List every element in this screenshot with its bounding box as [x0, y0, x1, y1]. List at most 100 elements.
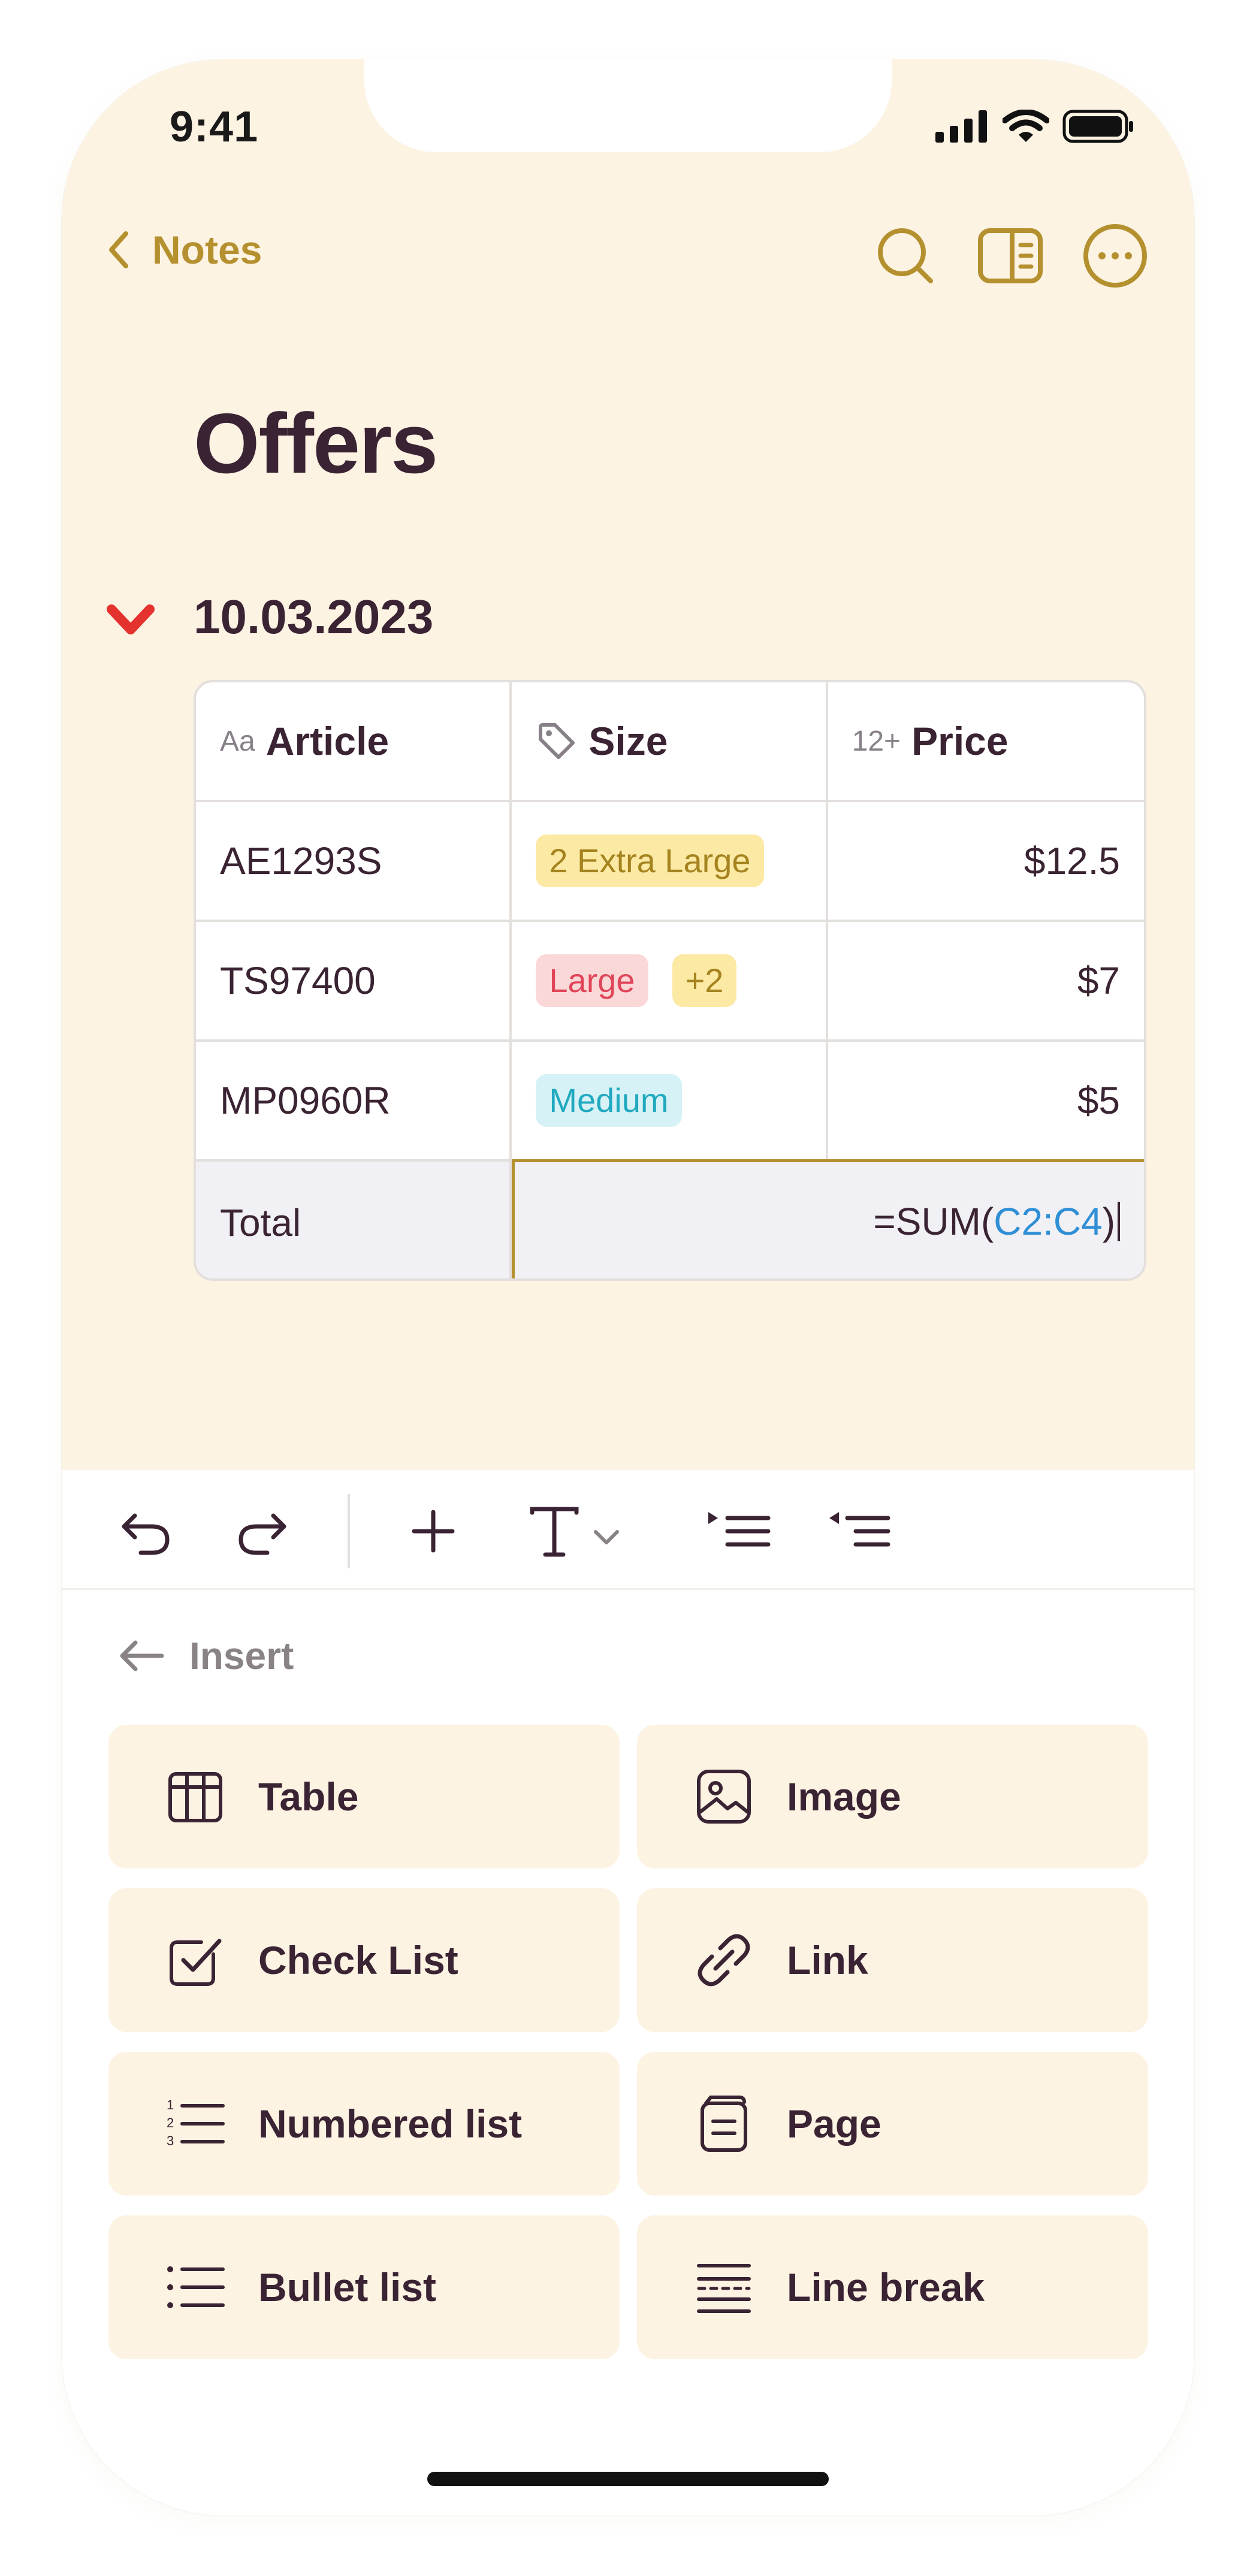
bullet-list-icon: [167, 2266, 225, 2308]
insert-item-label: Table: [258, 1774, 359, 1819]
column-header-article[interactable]: Aa Article: [196, 682, 512, 800]
insert-page-button[interactable]: Page: [637, 2052, 1148, 2196]
insert-item-label: Page: [787, 2102, 881, 2146]
price-cell[interactable]: $12.5: [828, 802, 1144, 920]
toolbar-divider: [348, 1494, 350, 1568]
sidebar-icon: [977, 228, 1043, 283]
section-toggle[interactable]: [107, 603, 155, 640]
back-button-label: Notes: [152, 228, 262, 272]
table-header-row: Aa Article Size 12+ Price: [196, 682, 1144, 802]
chevron-down-icon: [107, 604, 155, 634]
link-icon: [698, 1934, 750, 1987]
size-tag: 2 Extra Large: [536, 835, 764, 887]
chevron-down-icon: [594, 1530, 619, 1544]
insert-item-label: Bullet list: [258, 2265, 437, 2309]
editor-toolbar: [62, 1470, 1194, 1590]
indent-icon: [708, 1512, 771, 1547]
arrow-left-icon: [120, 1640, 164, 1671]
chevron-left-icon: [109, 231, 128, 268]
phone-screen: 9:41 Notes Offers 10.03.2023 Aa Article …: [62, 59, 1194, 2515]
svg-text:1: 1: [167, 2097, 174, 2112]
text-style-button[interactable]: [514, 1495, 634, 1567]
page-title[interactable]: Offers: [194, 395, 438, 493]
size-cell[interactable]: 2 Extra Large: [512, 802, 828, 920]
image-icon: [697, 1770, 751, 1824]
insert-item-label: Check List: [258, 1938, 458, 1982]
formula-prefix: =SUM(: [873, 1199, 994, 1243]
tag-icon: [539, 723, 575, 759]
formula-range-ref: C2:C4: [994, 1199, 1103, 1243]
article-cell[interactable]: TS97400: [196, 922, 512, 1039]
undo-button[interactable]: [110, 1495, 182, 1567]
table-row: AE1293S 2 Extra Large $12.5: [196, 802, 1144, 922]
svg-text:3: 3: [167, 2133, 174, 2148]
column-header-label: Price: [911, 719, 1009, 763]
column-header-size[interactable]: Size: [512, 682, 828, 800]
indent-button[interactable]: [703, 1495, 775, 1567]
insert-item-label: Image: [787, 1774, 901, 1819]
outdent-button[interactable]: [823, 1495, 895, 1567]
column-header-label: Article: [265, 719, 390, 763]
size-tag: Medium: [536, 1074, 682, 1127]
undo-icon: [122, 1513, 170, 1555]
column-header-price[interactable]: 12+ Price: [828, 682, 1144, 800]
formula-suffix: ): [1102, 1199, 1115, 1243]
wifi-icon: [1003, 110, 1049, 142]
price-cell[interactable]: $7: [828, 922, 1144, 1039]
more-tags-badge: +2: [672, 954, 737, 1007]
insert-item-label: Link: [787, 1938, 868, 1982]
nav-actions: [871, 221, 1149, 290]
battery-icon: [1062, 110, 1133, 143]
checklist-icon: [170, 1939, 222, 1986]
insert-item-label: Numbered list: [258, 2102, 523, 2146]
insert-bullet-list-button[interactable]: Bullet list: [108, 2215, 620, 2359]
redo-icon: [238, 1513, 286, 1555]
insert-table-button[interactable]: Table: [108, 1725, 620, 1868]
back-button[interactable]: Notes: [107, 227, 262, 273]
number-type-icon: 12+: [852, 725, 901, 757]
article-cell[interactable]: AE1293S: [196, 802, 512, 920]
size-cell[interactable]: Medium: [512, 1042, 828, 1159]
insert-back-button[interactable]: Insert: [119, 1634, 294, 1678]
section-heading[interactable]: 10.03.2023: [194, 589, 433, 645]
home-indicator[interactable]: [427, 2472, 829, 2486]
search-button[interactable]: [871, 221, 940, 290]
text-cursor: [1118, 1201, 1120, 1241]
price-cell[interactable]: $5: [828, 1042, 1144, 1159]
plus-icon: [412, 1510, 455, 1553]
page-icon: [701, 2096, 747, 2152]
line-break-icon: [697, 2264, 751, 2313]
cellular-signal-icon: [935, 110, 987, 143]
search-icon: [877, 228, 933, 283]
redo-button[interactable]: [227, 1495, 298, 1567]
insert-numbered-list-button[interactable]: 1 2 3 Numbered list: [108, 2052, 620, 2196]
article-cell[interactable]: MP0960R: [196, 1042, 512, 1159]
insert-check-list-button[interactable]: Check List: [108, 1888, 620, 2032]
more-options-button[interactable]: [1080, 221, 1149, 290]
column-header-label: Size: [588, 719, 668, 763]
status-icons: [935, 108, 1134, 144]
total-row: Total =SUM(C2:C4): [196, 1159, 1144, 1278]
insert-link-button[interactable]: Link: [637, 1888, 1148, 2032]
insert-item-label: Line break: [787, 2265, 985, 2309]
table-row: TS97400 Large +2 $7: [196, 922, 1144, 1042]
offers-table: Aa Article Size 12+ Price AE1293S 2 Extr…: [194, 680, 1146, 1281]
outdent-icon: [829, 1512, 890, 1547]
status-time: 9:41: [170, 103, 259, 151]
table-icon: [168, 1772, 222, 1822]
text-format-icon: [530, 1507, 579, 1557]
svg-text:2: 2: [167, 2115, 174, 2130]
size-cell[interactable]: Large +2: [512, 922, 828, 1039]
device-notch: [364, 59, 892, 152]
formula-input-cell[interactable]: =SUM(C2:C4): [512, 1159, 1144, 1278]
insert-panel-title: Insert: [189, 1634, 294, 1677]
more-icon: [1083, 223, 1147, 288]
size-tag: Large: [536, 954, 648, 1007]
insert-line-break-button[interactable]: Line break: [637, 2215, 1148, 2359]
text-type-icon: Aa: [220, 725, 255, 757]
table-row: MP0960R Medium $5: [196, 1042, 1144, 1162]
insert-image-button[interactable]: Image: [637, 1725, 1148, 1868]
total-label-cell[interactable]: Total: [196, 1162, 512, 1278]
sidebar-toggle-button[interactable]: [976, 221, 1044, 290]
add-block-button[interactable]: [397, 1495, 469, 1567]
